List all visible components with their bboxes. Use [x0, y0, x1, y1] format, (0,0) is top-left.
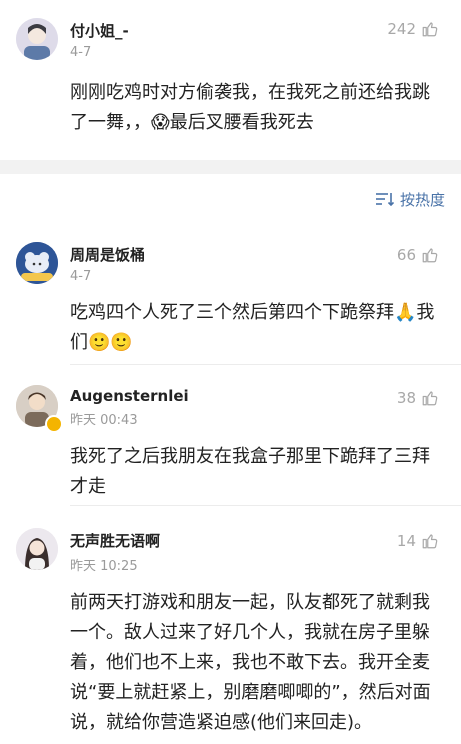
like-button[interactable]: 14 [397, 532, 439, 550]
like-button[interactable]: 66 [397, 246, 439, 264]
comment-time: 4-7 [70, 269, 92, 284]
thumbs-up-icon [422, 391, 438, 406]
sort-lines-icon [375, 193, 394, 206]
comment-time: 昨天 00:43 [70, 413, 138, 428]
comment-text: 前两天打游戏和朋友一起，队友都死了就剩我一个。敌人过来了好几个人，我就在房子里躲… [70, 592, 431, 733]
username[interactable]: Augensternlei [70, 387, 445, 405]
username[interactable]: 周周是饭桶 [70, 244, 445, 265]
sort-label: 按热度 [399, 190, 445, 209]
comment-item[interactable]: 无声胜无语啊 昨天 10:25 14 前两天打游戏和朋友一起，队友都死了就剩我一… [0, 506, 461, 738]
comment-item[interactable]: Augensternlei 昨天 00:43 38 我死了之后我朋友在我盒子那里… [0, 365, 461, 497]
comment-text: 我死了之后我朋友在我盒子那里下跪拜了三拜才走 [70, 446, 430, 497]
comment-time: 昨天 10:25 [70, 559, 138, 574]
like-count: 38 [396, 389, 416, 407]
comment-item[interactable]: 周周是饭桶 4-7 66 吃鸡四个人死了三个然后第四个下跪祭拜🙏我们🙂🙂 [0, 224, 461, 358]
comment-text: 吃鸡四个人死了三个然后第四个下跪祭拜🙏我们🙂🙂 [70, 302, 435, 353]
verified-badge-icon [45, 415, 63, 433]
like-count: 66 [396, 246, 416, 264]
like-count: 14 [396, 532, 416, 550]
username[interactable]: 无声胜无语啊 [70, 530, 445, 551]
like-count: 242 [387, 20, 416, 38]
sort-bar: 按热度 [0, 174, 461, 224]
avatar[interactable] [16, 528, 58, 570]
thumbs-up-icon [422, 22, 438, 37]
like-button[interactable]: 38 [397, 389, 439, 407]
sort-button[interactable]: 按热度 [375, 189, 445, 210]
avatar[interactable] [16, 242, 58, 284]
comment-item[interactable]: 付小姐_- 4-7 242 刚刚吃鸡时对方偷袭我，在我死之前还给我跳了一舞，，😱… [0, 0, 461, 150]
comment-text: 刚刚吃鸡时对方偷袭我，在我死之前还给我跳了一舞，，😱最后叉腰看我死去 [70, 82, 430, 133]
thumbs-up-icon [422, 534, 438, 549]
like-button[interactable]: 242 [387, 20, 439, 38]
comment-time: 4-7 [70, 45, 92, 60]
thumbs-up-icon [422, 248, 438, 263]
avatar[interactable] [16, 18, 58, 60]
section-gap [0, 160, 461, 174]
